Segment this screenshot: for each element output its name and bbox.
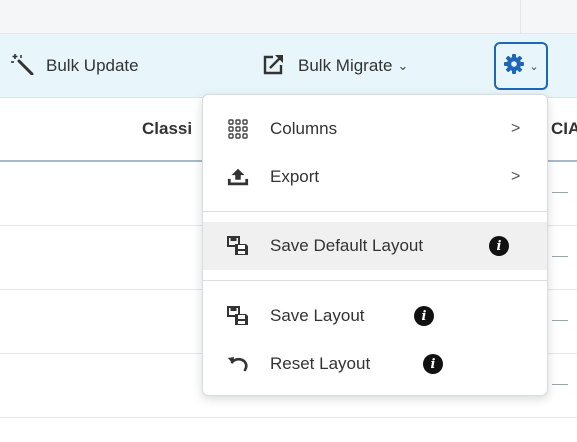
undo-icon [227, 354, 249, 374]
magic-wand-icon [10, 53, 34, 80]
bulk-update-label: Bulk Update [46, 56, 139, 75]
bulk-migrate-button[interactable]: Bulk Migrate ⌄ [262, 34, 408, 98]
gear-icon [503, 53, 525, 80]
menu-item-label: Save Default Layout [270, 236, 424, 255]
external-link-icon [262, 53, 286, 80]
save-icon [227, 236, 249, 256]
chevron-right-icon: > [511, 120, 521, 137]
chevron-down-icon: ⌄ [397, 58, 409, 73]
empty-cell [552, 384, 568, 385]
info-icon[interactable]: i [414, 306, 434, 326]
column-header-classification[interactable]: Classi [142, 98, 192, 160]
bulk-update-button[interactable]: Bulk Update [10, 34, 139, 98]
menu-item-save-default-layout[interactable]: Save Default Layout i [203, 222, 547, 270]
menu-item-label: Save Layout [270, 306, 365, 325]
upload-icon [227, 167, 249, 187]
settings-dropdown-menu: Columns > Export > Save Default Layout i [202, 94, 548, 396]
menu-item-reset-layout[interactable]: Reset Layout i [203, 340, 547, 388]
column-header-cia[interactable]: CIA [551, 98, 577, 160]
chevron-down-icon: ⌄ [529, 60, 539, 73]
empty-cell [552, 192, 568, 193]
menu-item-label: Reset Layout [270, 354, 371, 373]
bulk-actions-toolbar: Bulk Update Bulk Migrate ⌄ [0, 34, 577, 98]
menu-divider [203, 211, 547, 212]
chevron-right-icon: > [511, 168, 521, 185]
menu-item-export[interactable]: Export > [203, 153, 547, 201]
menu-item-columns[interactable]: Columns > [203, 105, 547, 153]
grid-icon [227, 119, 249, 139]
settings-menu-button[interactable]: ⌄ [494, 42, 548, 90]
empty-cell [552, 320, 568, 321]
info-icon[interactable]: i [423, 354, 443, 374]
save-icon [227, 306, 249, 326]
menu-item-label: Columns [270, 119, 338, 138]
menu-divider [203, 280, 547, 281]
bulk-migrate-label: Bulk Migrate [298, 56, 393, 75]
top-band [0, 0, 577, 34]
menu-item-save-layout[interactable]: Save Layout i [203, 292, 547, 340]
info-icon[interactable]: i [489, 236, 509, 256]
empty-cell [552, 256, 568, 257]
menu-item-label: Export [270, 167, 320, 186]
top-divider [520, 0, 521, 34]
